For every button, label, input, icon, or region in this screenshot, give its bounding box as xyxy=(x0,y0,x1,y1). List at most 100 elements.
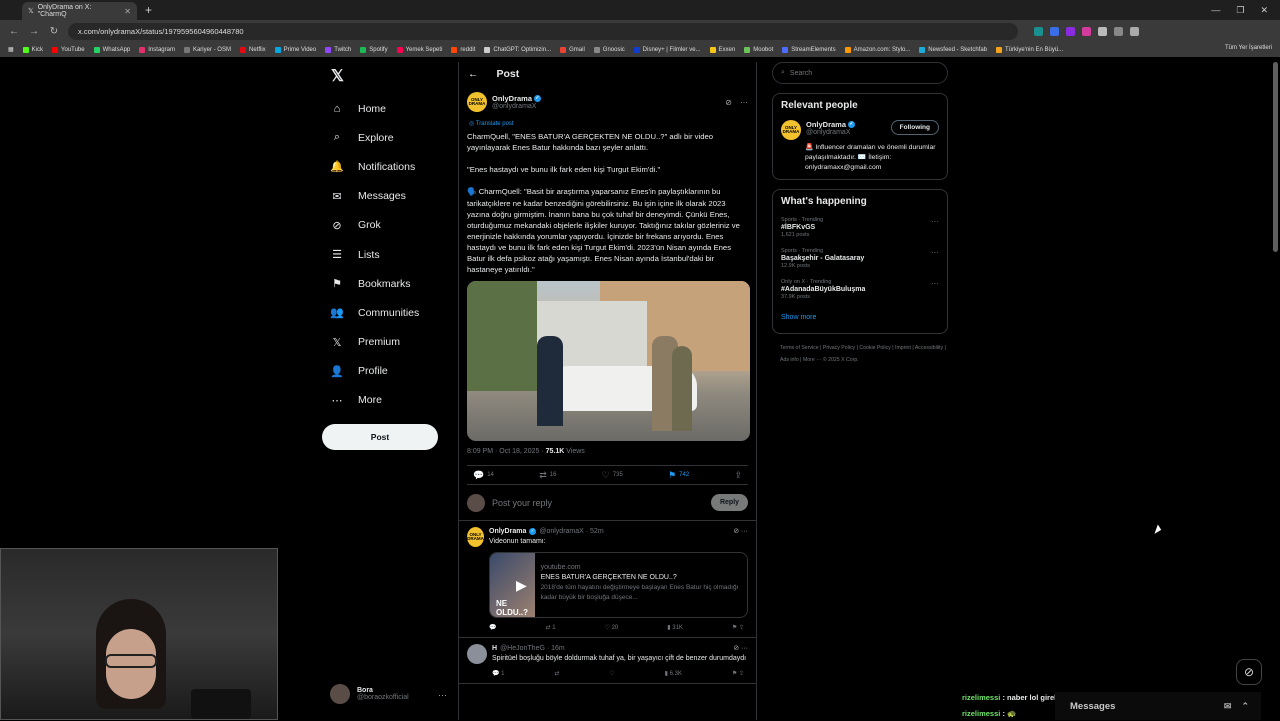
author-handle[interactable]: @onlydramaX xyxy=(492,103,541,110)
bookmark-item[interactable]: Amazon.com: Stylo... xyxy=(845,47,911,53)
bookmark-button[interactable]: ⚑742 xyxy=(668,470,689,481)
bookmark-item[interactable]: Prime Video xyxy=(275,47,317,53)
bookmark-item[interactable]: Kariyer - OSM xyxy=(184,47,231,53)
like-button[interactable]: ♡735 xyxy=(602,470,623,481)
more-dots-icon[interactable]: ⊘ ··· xyxy=(733,644,748,652)
close-window-icon[interactable]: ✕ xyxy=(1260,5,1268,16)
bookmark-item[interactable]: Kick xyxy=(23,47,43,53)
bookmark-item[interactable]: reddit xyxy=(451,47,475,53)
browser-tab[interactable]: 𝕏 OnlyDrama on X: "CharmQ ✕ xyxy=(22,2,137,20)
url-field[interactable]: x.com/onlydramaX/status/1979595604960448… xyxy=(68,23,1018,40)
author-name[interactable]: OnlyDrama xyxy=(492,94,532,103)
avatar[interactable]: ONLYDRAMA xyxy=(781,120,801,140)
all-bookmarks-link[interactable]: Tüm Yer İşaretleri xyxy=(1225,45,1272,51)
nav-item-notifications[interactable]: 🔔Notifications xyxy=(322,152,450,181)
post-button[interactable]: Post xyxy=(322,424,438,450)
avatar[interactable]: ONLYDRAMA xyxy=(467,92,487,112)
translate-link[interactable]: ◎ Translate post xyxy=(469,120,748,127)
grok-floating-button[interactable]: ⊘ xyxy=(1236,659,1262,685)
more-dots-icon[interactable]: ··· xyxy=(931,279,939,288)
bookmark-item[interactable]: Twitch xyxy=(325,47,351,53)
repost-button[interactable]: ⇄16 xyxy=(539,470,556,481)
reply-icon[interactable]: 💬 xyxy=(489,624,496,631)
bookmark-item[interactable]: Spotify xyxy=(360,47,387,53)
back-icon[interactable]: ← xyxy=(8,26,20,37)
footer-links[interactable]: Terms of Service | Privacy Policy | Cook… xyxy=(772,343,948,366)
tweet-time[interactable]: 8:09 PM · Oct 18, 2025 · xyxy=(467,448,546,455)
bookmark-item[interactable]: Newsfeed - Sketchfab xyxy=(919,47,987,53)
bookmark-item[interactable]: YouTube xyxy=(52,47,85,53)
nav-item-profile[interactable]: 👤Profile xyxy=(322,357,450,386)
bookmark-icon[interactable]: ⚑ ⇪ xyxy=(732,670,744,677)
nav-item-messages[interactable]: ✉Messages xyxy=(322,182,450,211)
nav-item-bookmarks[interactable]: ⚑Bookmarks xyxy=(322,269,450,298)
extension-icon[interactable] xyxy=(1050,27,1059,36)
following-button[interactable]: Following xyxy=(891,120,939,135)
extension-icon[interactable] xyxy=(1114,27,1123,36)
extension-icon[interactable] xyxy=(1066,27,1075,36)
nav-item-lists[interactable]: ☰Lists xyxy=(322,240,450,269)
bookmark-item[interactable]: Gnoosic xyxy=(594,47,625,53)
author-name[interactable]: H xyxy=(492,645,497,652)
heart-icon[interactable]: ♡ xyxy=(609,670,614,677)
bookmark-item[interactable]: Disney+ | Filmler ve... xyxy=(634,47,701,53)
bookmark-item[interactable]: Gmail xyxy=(560,47,585,53)
show-more-link[interactable]: Show more xyxy=(781,314,939,321)
nav-item-home[interactable]: ⌂Home xyxy=(322,94,450,123)
bookmark-item[interactable]: Moobot xyxy=(744,47,773,53)
nav-item-communities[interactable]: 👥Communities xyxy=(322,298,450,327)
nav-item-more[interactable]: ⋯More xyxy=(322,386,450,415)
minimize-icon[interactable]: — xyxy=(1211,5,1220,16)
more-dots-icon[interactable]: ··· xyxy=(931,217,939,226)
trend-item[interactable]: Sports · Trending#İBFKvGS1,621 posts··· xyxy=(781,217,939,238)
nav-item-explore[interactable]: ⌕Explore xyxy=(322,123,450,152)
nav-item-grok[interactable]: ⊘Grok xyxy=(322,211,450,240)
bookmark-icon[interactable]: ⚑ ⇪ xyxy=(732,624,744,631)
scrollbar[interactable] xyxy=(1273,62,1278,252)
compose-message-icon[interactable]: ✉ xyxy=(1224,701,1232,712)
expand-icon[interactable]: ⌃ xyxy=(1241,701,1249,712)
link-card[interactable]: ▶NE OLDU..? youtube.com ENES BATUR'A GER… xyxy=(489,552,748,618)
trend-item[interactable]: Only on X · Trending#AdanadaBüyükBuluşma… xyxy=(781,279,939,300)
person-name[interactable]: OnlyDrama xyxy=(806,120,846,129)
search-input[interactable]: ⌕ Search xyxy=(772,62,948,84)
extension-icon[interactable] xyxy=(1034,27,1043,36)
back-arrow-icon[interactable]: ← xyxy=(468,68,479,80)
forward-icon[interactable]: → xyxy=(28,26,40,37)
more-dots-icon[interactable]: ··· xyxy=(931,248,939,257)
views-button[interactable]: ▮ 31K xyxy=(667,624,683,631)
reply-submit-button[interactable]: Reply xyxy=(711,494,748,511)
tweet-video[interactable] xyxy=(467,281,750,441)
reload-icon[interactable]: ↻ xyxy=(48,26,60,37)
repost-icon[interactable]: ⇄ xyxy=(554,670,559,677)
more-dots-icon[interactable]: ⊘ ··· xyxy=(733,527,748,535)
trend-item[interactable]: Sports · TrendingBaşakşehir - Galatasara… xyxy=(781,248,939,269)
new-tab-icon[interactable]: + xyxy=(145,3,152,17)
repost-button[interactable]: ⇄ 1 xyxy=(545,624,555,631)
more-dots-icon[interactable]: ··· xyxy=(740,98,748,107)
avatar[interactable] xyxy=(467,644,487,664)
bookmark-item[interactable]: WhatsApp xyxy=(94,47,131,53)
nav-item-premium[interactable]: 𝕏Premium xyxy=(322,328,450,357)
apps-icon[interactable]: ▦ xyxy=(8,46,14,53)
grok-icon[interactable]: ⊘ xyxy=(725,98,732,107)
reply-input[interactable]: Post your reply xyxy=(492,498,552,508)
author-name[interactable]: OnlyDrama xyxy=(489,528,526,535)
bookmark-item[interactable]: StreamElements xyxy=(782,47,835,53)
reply-button[interactable]: 💬14 xyxy=(473,470,494,481)
reply-button[interactable]: 💬 1 xyxy=(492,670,504,677)
share-button[interactable]: ⇪ xyxy=(734,470,742,481)
bookmark-item[interactable]: ChatGPT: Optimizin... xyxy=(484,47,551,53)
avatar[interactable]: ONLYDRAMA xyxy=(467,527,484,547)
reply-tweet[interactable]: H@HeJonTheG · 16m⊘ ··· Spiritüel boşluğu… xyxy=(459,638,756,684)
maximize-icon[interactable]: ❐ xyxy=(1236,5,1244,16)
close-tab-icon[interactable]: ✕ xyxy=(124,7,131,16)
account-switcher[interactable]: Bora @boraozkofficial ··· xyxy=(330,684,409,704)
messages-dock[interactable]: Messages ✉ ⌃ xyxy=(1055,692,1261,720)
extension-icon[interactable] xyxy=(1082,27,1091,36)
bookmark-item[interactable]: Exxen xyxy=(710,47,736,53)
like-button[interactable]: ♡ 20 xyxy=(605,624,619,631)
more-dots-icon[interactable]: ··· xyxy=(438,690,447,700)
bookmark-item[interactable]: Yemek Sepeti xyxy=(397,47,443,53)
reply-tweet[interactable]: ONLYDRAMA OnlyDrama✓@onlydramaX · 52m⊘ ·… xyxy=(459,521,756,638)
